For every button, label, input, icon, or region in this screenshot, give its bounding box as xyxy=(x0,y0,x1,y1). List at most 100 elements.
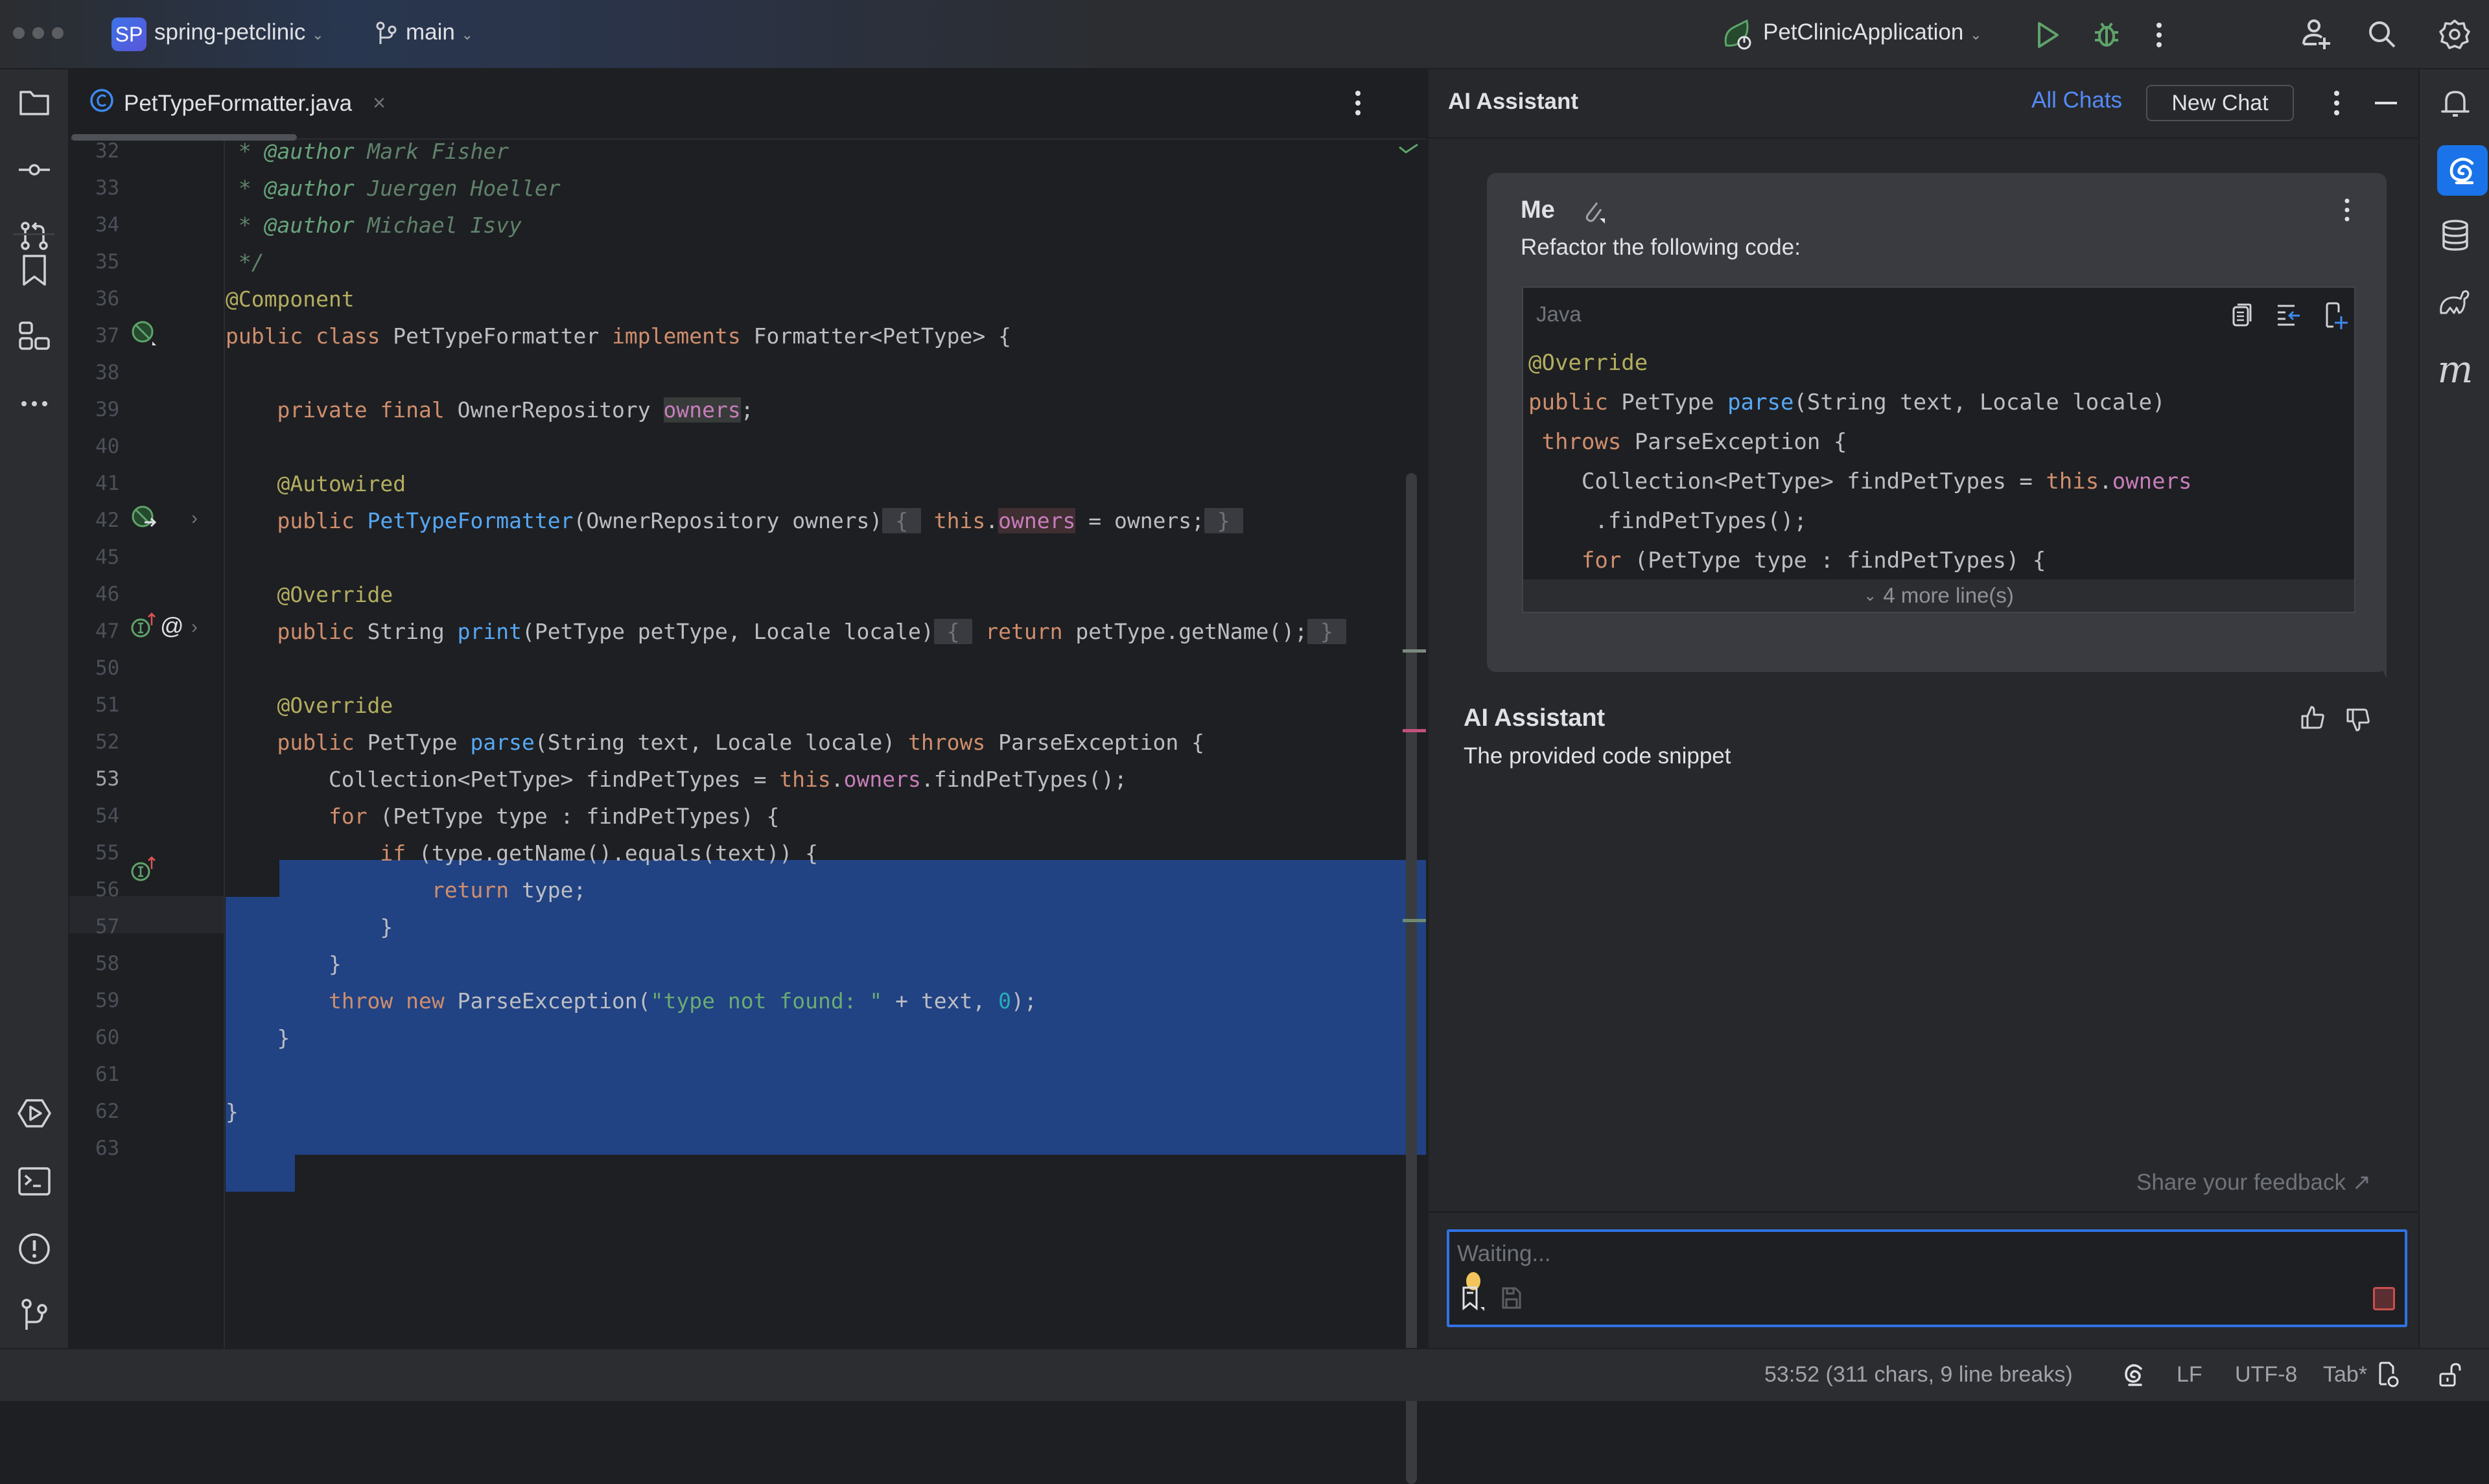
code-line[interactable]: 39 private final OwnerRepository owners; xyxy=(69,391,1426,428)
code-line[interactable]: 33 * @author Juergen Hoeller xyxy=(69,170,1426,207)
editor-vertical-scrollbar[interactable] xyxy=(1406,473,1417,1484)
caret-position[interactable]: 53:52 (311 chars, 9 line breaks) xyxy=(1764,1362,2073,1387)
code-line[interactable]: 40 xyxy=(69,428,1426,465)
project-badge[interactable]: SP xyxy=(111,17,146,51)
structure-icon[interactable] xyxy=(16,319,53,355)
message-more-icon[interactable] xyxy=(2344,198,2350,227)
minimize-icon[interactable] xyxy=(2375,102,2397,104)
code-line[interactable]: 36 @Component xyxy=(69,281,1426,318)
spring-autowired-icon[interactable] xyxy=(130,504,159,535)
services-icon[interactable] xyxy=(16,1095,53,1131)
code-line[interactable]: 63 xyxy=(69,1130,1426,1167)
line-separator[interactable]: LF xyxy=(2177,1362,2203,1387)
project-selector[interactable]: spring-petclinic ⌄ xyxy=(154,19,324,45)
chat-input[interactable]: Waiting... xyxy=(1447,1229,2407,1327)
code-line[interactable]: 59 throw new ParseException("type not fo… xyxy=(69,982,1426,1019)
terminal-icon[interactable] xyxy=(16,1163,53,1200)
thumbs-up-icon[interactable] xyxy=(2300,704,2326,734)
chevron-down-icon: ⌄ xyxy=(461,27,474,43)
code-line[interactable]: 52 public PetType parse(String text, Loc… xyxy=(69,724,1426,761)
code-line[interactable]: 54 for (PetType type : findPetTypes) { xyxy=(69,798,1426,835)
code-line[interactable]: 41 @Autowired xyxy=(69,465,1426,502)
expand-more-lines[interactable]: ⌄ 4 more line(s) xyxy=(1523,579,2354,612)
close-tab-icon[interactable]: × xyxy=(373,91,386,116)
annotation-icon[interactable]: @ xyxy=(160,612,184,640)
code-line[interactable]: 55 if (type.getName().equals(text)) { xyxy=(69,835,1426,872)
indent-setting[interactable]: Tab* xyxy=(2323,1362,2367,1387)
thumbs-down-icon[interactable] xyxy=(2345,707,2371,736)
code-line[interactable]: 57 } xyxy=(69,909,1426,945)
branch-selector[interactable]: main ⌄ xyxy=(406,19,473,45)
copy-icon[interactable] xyxy=(2230,302,2253,331)
gradle-icon[interactable] xyxy=(2437,283,2473,319)
new-chat-button[interactable]: New Chat xyxy=(2146,85,2294,121)
more-icon[interactable] xyxy=(2156,22,2162,51)
run-config-selector[interactable]: PetClinicApplication ⌄ xyxy=(1763,19,1982,45)
window-dots-icon[interactable] xyxy=(13,27,64,39)
run-icon[interactable] xyxy=(2035,21,2061,52)
debug-icon[interactable] xyxy=(2092,19,2121,52)
fold-expand-icon[interactable]: › xyxy=(191,507,198,529)
code-line[interactable]: 51 @Override xyxy=(69,687,1426,724)
maven-icon[interactable]: m xyxy=(2437,347,2473,391)
more-lines-label: 4 more line(s) xyxy=(1883,583,2014,607)
line-number: 34 xyxy=(95,213,120,237)
share-feedback-link[interactable]: Share your feedback ↗ xyxy=(2136,1170,2371,1196)
file-settings-icon[interactable] xyxy=(2378,1361,2401,1393)
implements-method-icon[interactable] xyxy=(130,855,156,887)
more-tools-icon[interactable] xyxy=(16,386,53,422)
code-line[interactable]: 38 xyxy=(69,354,1426,391)
add-user-icon[interactable] xyxy=(2301,18,2332,54)
new-file-icon[interactable] xyxy=(2324,301,2348,332)
settings-icon[interactable] xyxy=(2438,18,2471,54)
attachment-icon[interactable] xyxy=(1583,199,1606,228)
stop-generation-button[interactable] xyxy=(2373,1287,2395,1310)
no-problems-check-icon[interactable] xyxy=(1398,142,1419,158)
fold-expand-icon[interactable]: › xyxy=(191,616,198,638)
code-text: public PetType parse(String text, Locale… xyxy=(277,730,1205,755)
code-line[interactable]: 58 } xyxy=(69,945,1426,982)
code-line[interactable]: 45 xyxy=(69,539,1426,576)
code-line[interactable]: 60 } xyxy=(69,1019,1426,1056)
project-folder-icon[interactable] xyxy=(16,84,53,121)
search-icon[interactable] xyxy=(2367,19,2397,52)
tab-pettypeformatter[interactable]: PetTypeFormatter.java × xyxy=(89,69,386,137)
insert-at-caret-icon[interactable] xyxy=(2276,303,2302,330)
pull-requests-icon[interactable] xyxy=(16,218,53,255)
implements-method-icon[interactable] xyxy=(130,611,156,643)
ai-assistant-icon[interactable] xyxy=(2437,145,2488,196)
code-line[interactable]: 46 @Override xyxy=(69,576,1426,613)
code-text: } xyxy=(226,1025,290,1050)
bookmarks-icon[interactable] xyxy=(16,252,53,288)
scroll-marker xyxy=(1403,649,1426,653)
database-icon[interactable] xyxy=(2437,217,2473,253)
git-icon[interactable] xyxy=(16,1297,53,1334)
editor-more-icon[interactable] xyxy=(1355,90,1361,119)
save-prompt-icon[interactable] xyxy=(1501,1286,1522,1313)
notifications-icon[interactable] xyxy=(2437,86,2473,122)
code-line[interactable]: 50 xyxy=(69,650,1426,687)
code-line[interactable]: 47 public String print(PetType petType, … xyxy=(69,613,1426,650)
code-line[interactable]: 61 xyxy=(69,1056,1426,1093)
code-line[interactable]: 32 * @author Mark Fisher xyxy=(69,133,1426,170)
code-line[interactable]: 42 public PetTypeFormatter(OwnerReposito… xyxy=(69,502,1426,539)
all-chats-link[interactable]: All Chats xyxy=(2031,87,2122,113)
code-editor[interactable]: 32 * @author Mark Fisher 33 * @author Jue… xyxy=(69,134,1426,1484)
readonly-toggle-icon[interactable] xyxy=(2438,1362,2462,1391)
code-line[interactable]: 35 */ xyxy=(69,244,1426,281)
ai-panel-more-icon[interactable] xyxy=(2333,90,2340,119)
code-line[interactable]: 62} xyxy=(69,1093,1426,1130)
code-line[interactable]: 37 public class PetTypeFormatter implemen… xyxy=(69,318,1426,354)
ai-status-icon[interactable] xyxy=(2123,1362,2145,1391)
problems-icon[interactable] xyxy=(16,1231,53,1267)
file-encoding[interactable]: UTF-8 xyxy=(2235,1362,2297,1387)
code-line[interactable]: 34 * @author Michael Isvy xyxy=(69,207,1426,244)
spring-bean-icon[interactable] xyxy=(130,319,158,350)
commit-icon[interactable] xyxy=(16,152,53,188)
code-text: * @author Mark Fisher xyxy=(226,139,509,164)
code-line[interactable]: 53 Collection<PetType> findPetTypes = th… xyxy=(69,761,1426,798)
prompt-library-icon[interactable] xyxy=(1461,1284,1487,1316)
snippet-line: @Override xyxy=(1528,350,1648,376)
code-line[interactable]: 56 return type; xyxy=(69,872,1426,909)
line-number: 41 xyxy=(95,472,120,495)
